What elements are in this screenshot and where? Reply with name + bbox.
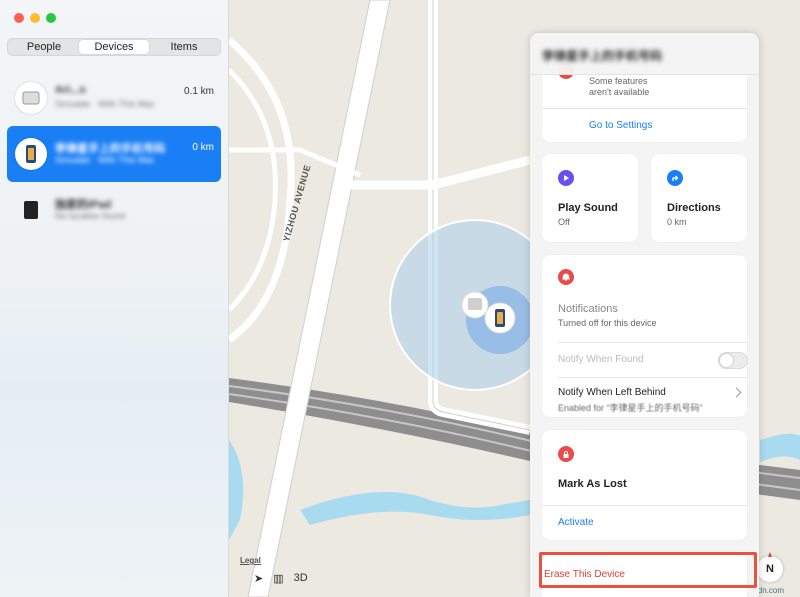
device-row-2[interactable]: 独家的iPad No location found — [7, 182, 221, 238]
notify-left-behind-label[interactable]: Notify When Left Behind — [558, 387, 666, 398]
zoom-window-button[interactable] — [46, 13, 56, 23]
ipad-icon — [15, 82, 47, 114]
tab-segmented-control: People Devices Items — [7, 38, 221, 56]
panel-title: 李律星手上的手机号码 — [542, 49, 663, 63]
bell-icon — [558, 269, 574, 285]
play-sound-status: Off — [558, 217, 570, 227]
notifications-card: Notifications Turned off for this device… — [542, 255, 748, 417]
directions-icon — [667, 170, 683, 186]
erase-this-device-button[interactable]: Erase This Device — [544, 569, 625, 580]
3d-button[interactable]: 3D — [294, 572, 308, 584]
notify-when-found-toggle[interactable] — [718, 352, 748, 369]
water-left — [229, 440, 244, 540]
water-right — [760, 433, 800, 462]
play-icon — [558, 170, 574, 186]
map-icon[interactable]: ▥ — [273, 572, 283, 585]
device-subtitle: Simulate · With This Mac — [55, 155, 155, 165]
directions-title: Directions — [667, 202, 721, 214]
close-window-button[interactable] — [14, 13, 24, 23]
tab-devices[interactable]: Devices — [79, 40, 149, 54]
divider — [542, 108, 747, 109]
tab-people[interactable]: People — [9, 40, 79, 54]
divider — [542, 505, 747, 506]
panel-header: 李律星手上的手机号码 — [530, 33, 759, 75]
compass-button[interactable]: N — [757, 552, 783, 582]
minimize-window-button[interactable] — [30, 13, 40, 23]
location-arrow-icon[interactable]: ➤ — [254, 572, 263, 585]
ipad-icon — [15, 194, 47, 226]
sidebar: People Devices Items Ari...s Simulate · … — [0, 0, 229, 597]
tab-items[interactable]: Items — [149, 40, 219, 54]
water-river — [300, 492, 530, 525]
notify-left-behind-sub: Enabled for “李律星手上的手机号码” — [558, 403, 703, 413]
device-subtitle: Simulate · With This Mac — [55, 99, 155, 109]
device-distance: 0.1 km — [183, 86, 214, 97]
device-subtitle: No location found — [55, 211, 126, 221]
lock-icon — [558, 446, 574, 462]
device-row-1[interactable]: 李律星手上的手机号码 Simulate · With This Mac 0 km — [7, 126, 221, 182]
legal-link[interactable]: Legal — [240, 556, 261, 565]
play-sound-card[interactable]: Play Sound Off — [542, 154, 638, 242]
mark-as-lost-title: Mark As Lost — [558, 478, 627, 490]
notifications-status: Turned off for this device — [558, 318, 657, 328]
device-name: 独家的iPad — [55, 199, 112, 211]
directions-card[interactable]: Directions 0 km — [651, 154, 747, 242]
directions-distance: 0 km — [667, 217, 687, 227]
chevron-right-icon[interactable] — [731, 387, 742, 398]
notify-when-found-label: Notify When Found — [558, 354, 644, 365]
lost-mode-card: Mark As Lost Activate — [542, 430, 747, 540]
features-caption-2: aren't available — [589, 87, 650, 97]
notifications-title: Notifications — [558, 303, 618, 315]
map-tools: ➤ ▥ 3D — [246, 568, 326, 588]
activate-link[interactable]: Activate — [558, 517, 594, 528]
device-name: 李律星手上的手机号码 — [55, 143, 165, 155]
play-sound-title: Play Sound — [558, 202, 618, 214]
device-name: Ari...s — [55, 84, 86, 96]
features-caption-1: Some features — [589, 76, 648, 86]
iphone-icon — [15, 138, 47, 170]
device-row-0[interactable]: Ari...s Simulate · With This Mac 0.1 km — [7, 70, 221, 126]
divider — [558, 377, 747, 378]
device-detail-panel: 李律星手上的手机号码 Some features aren't availabl… — [530, 33, 759, 597]
device-distance: 0 km — [192, 142, 214, 153]
go-to-settings-link[interactable]: Go to Settings — [589, 120, 652, 131]
divider — [558, 342, 747, 343]
